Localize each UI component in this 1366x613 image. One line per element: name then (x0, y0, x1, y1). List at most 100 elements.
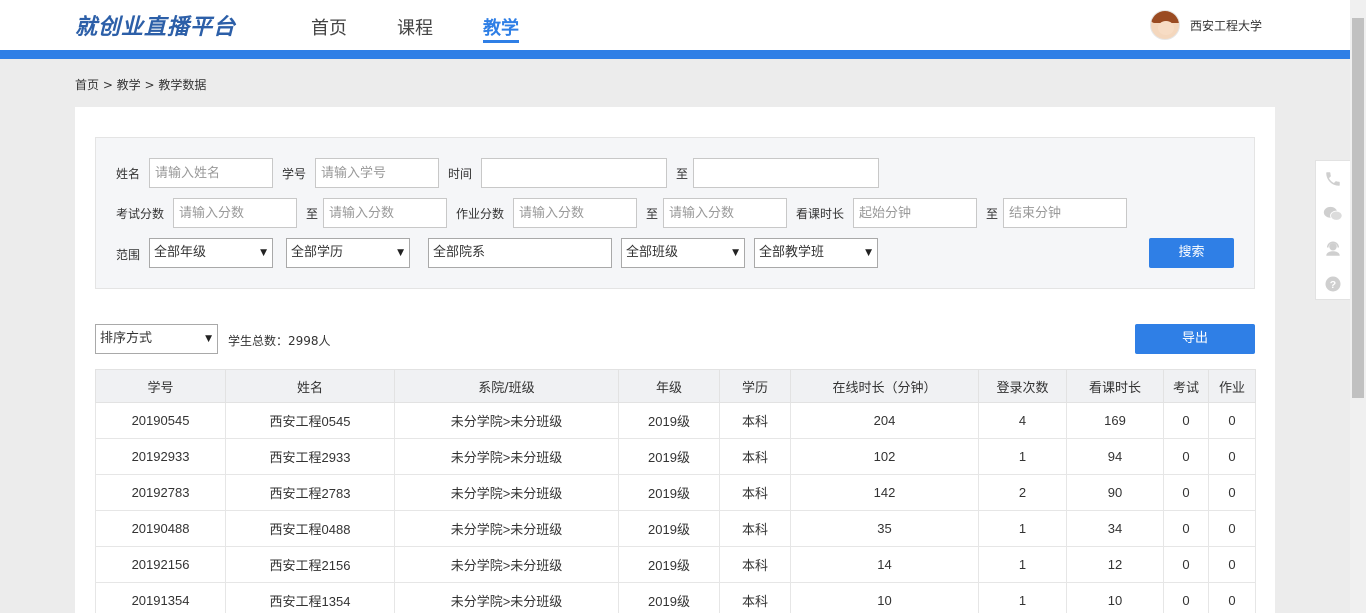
page-scrollbar[interactable] (1350, 0, 1366, 613)
nav-teaching[interactable]: 教学 (483, 14, 519, 44)
cell-grade: 2019级 (618, 510, 720, 547)
student-id-input[interactable] (315, 158, 439, 188)
homework-score-min-input[interactable] (513, 198, 637, 228)
user-menu[interactable]: 西安工程大学 (1150, 10, 1262, 40)
exam-score-min-input[interactable] (173, 198, 297, 228)
user-name[interactable]: 西安工程大学 (1190, 17, 1262, 34)
cell-homework: 0 (1208, 546, 1256, 583)
student-total: 学生总数：2998人 (228, 334, 331, 348)
time-start-input[interactable] (481, 158, 667, 188)
cell-logins: 1 (978, 438, 1067, 475)
cell-homework: 0 (1208, 474, 1256, 511)
sort-select[interactable]: 排序方式 ▼ (95, 324, 218, 354)
education-select[interactable]: 全部学历 ▼ (286, 238, 410, 268)
cell-online-minutes: 10 (790, 582, 979, 613)
cell-department: 未分学院>未分班级 (394, 474, 619, 511)
column-header[interactable]: 年级 (618, 369, 720, 403)
cell-student-id: 20192783 (95, 474, 226, 511)
table-row[interactable]: 20192783 西安工程2783 未分学院>未分班级 2019级 本科 142… (95, 474, 1256, 511)
export-button[interactable]: 导出 (1135, 324, 1255, 354)
cell-online-minutes: 204 (790, 402, 979, 439)
table-row[interactable]: 20190488 西安工程0488 未分学院>未分班级 2019级 本科 35 … (95, 510, 1256, 547)
column-header[interactable]: 看课时长 (1066, 369, 1164, 403)
education-select-value: 全部学历 (291, 245, 344, 260)
cell-education: 本科 (719, 474, 791, 511)
cell-exam: 0 (1163, 582, 1209, 613)
homework-to-label: 至 (646, 207, 659, 221)
cell-homework: 0 (1208, 582, 1256, 613)
site-logo[interactable]: 就创业直播平台 (75, 9, 236, 41)
help-icon[interactable]: ? (1316, 266, 1350, 301)
cell-education: 本科 (719, 510, 791, 547)
dropdown-arrow-icon: ▼ (732, 248, 739, 258)
class-select[interactable]: 全部班级 ▼ (621, 238, 745, 268)
cell-education: 本科 (719, 438, 791, 475)
column-header[interactable]: 学历 (719, 369, 791, 403)
cell-homework: 0 (1208, 438, 1256, 475)
watch-start-input[interactable] (853, 198, 977, 228)
student-table: 学号 姓名 系院/班级 年级 学历 在线时长（分钟） 登录次数 看课时长 考试 … (95, 369, 1256, 613)
exam-score-max-input[interactable] (323, 198, 447, 228)
cell-online-minutes: 35 (790, 510, 979, 547)
cell-watch-time: 10 (1066, 582, 1164, 613)
exam-to-label: 至 (306, 207, 319, 221)
scrollbar-thumb[interactable] (1352, 18, 1364, 398)
table-row[interactable]: 20191354 西安工程1354 未分学院>未分班级 2019级 本科 10 … (95, 582, 1256, 613)
cell-logins: 4 (978, 402, 1067, 439)
dropdown-arrow-icon: ▼ (260, 248, 267, 258)
column-header[interactable]: 学号 (95, 369, 226, 403)
column-header[interactable]: 姓名 (225, 369, 395, 403)
cell-online-minutes: 14 (790, 546, 979, 583)
column-header[interactable]: 登录次数 (978, 369, 1067, 403)
cell-department: 未分学院>未分班级 (394, 510, 619, 547)
exam-score-label: 考试分数 (116, 207, 165, 221)
customer-service-icon[interactable] (1316, 231, 1350, 266)
nav-courses[interactable]: 课程 (397, 14, 433, 44)
cell-student-id: 20192933 (95, 438, 226, 475)
cell-watch-time: 169 (1066, 402, 1164, 439)
teaching-class-select-value: 全部教学班 (759, 245, 825, 260)
cell-watch-time: 94 (1066, 438, 1164, 475)
breadcrumb[interactable]: 首页 > 教学 > 教学数据 (75, 76, 206, 93)
table-row[interactable]: 20192156 西安工程2156 未分学院>未分班级 2019级 本科 14 … (95, 546, 1256, 583)
search-button[interactable]: 搜索 (1149, 238, 1234, 268)
phone-icon[interactable] (1316, 161, 1350, 196)
table-row[interactable]: 20192933 西安工程2933 未分学院>未分班级 2019级 本科 102… (95, 438, 1256, 475)
cell-logins: 2 (978, 474, 1067, 511)
time-end-input[interactable] (693, 158, 879, 188)
watch-end-input[interactable] (1003, 198, 1127, 228)
table-row[interactable]: 20190545 西安工程0545 未分学院>未分班级 2019级 本科 204… (95, 402, 1256, 439)
avatar[interactable] (1150, 10, 1180, 40)
teaching-class-select[interactable]: 全部教学班 ▼ (754, 238, 878, 268)
column-header[interactable]: 在线时长（分钟） (790, 369, 979, 403)
nav-home[interactable]: 首页 (311, 14, 347, 44)
wechat-icon[interactable] (1316, 196, 1350, 231)
column-header[interactable]: 作业 (1208, 369, 1256, 403)
column-header[interactable]: 系院/班级 (394, 369, 619, 403)
cell-exam: 0 (1163, 546, 1209, 583)
cell-name: 西安工程2783 (225, 474, 395, 511)
cell-homework: 0 (1208, 510, 1256, 547)
column-header[interactable]: 考试 (1163, 369, 1209, 403)
watch-duration-label: 看课时长 (796, 207, 845, 221)
dropdown-arrow-icon: ▼ (865, 248, 872, 258)
cell-name: 西安工程2933 (225, 438, 395, 475)
name-input[interactable] (149, 158, 273, 188)
cell-online-minutes: 102 (790, 438, 979, 475)
cell-homework: 0 (1208, 402, 1256, 439)
class-select-value: 全部班级 (626, 245, 679, 260)
cell-logins: 1 (978, 510, 1067, 547)
cell-exam: 0 (1163, 402, 1209, 439)
cell-education: 本科 (719, 402, 791, 439)
cell-name: 西安工程1354 (225, 582, 395, 613)
homework-score-label: 作业分数 (456, 207, 505, 221)
cell-logins: 1 (978, 546, 1067, 583)
department-input[interactable]: 全部院系 (428, 238, 612, 268)
grade-select[interactable]: 全部年级 ▼ (149, 238, 273, 268)
cell-student-id: 20190488 (95, 510, 226, 547)
student-id-label: 学号 (282, 167, 307, 181)
cell-student-id: 20191354 (95, 582, 226, 613)
sort-select-value: 排序方式 (100, 331, 153, 346)
cell-student-id: 20190545 (95, 402, 226, 439)
homework-score-max-input[interactable] (663, 198, 787, 228)
